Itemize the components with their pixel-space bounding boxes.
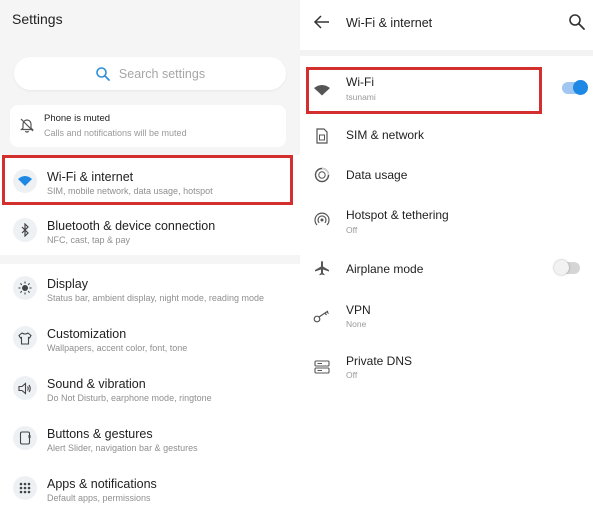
settings-item-subtitle: Status bar, ambient display, night mode,… (47, 293, 264, 303)
search-bar[interactable]: Search settings (14, 57, 286, 90)
key-icon (312, 306, 332, 326)
brightness-icon (13, 276, 37, 300)
buttons-icon (13, 426, 37, 450)
settings-item-bluetooth[interactable]: Bluetooth & device connection NFC, cast,… (0, 206, 300, 254)
settings-item-title: Wi-Fi & internet (47, 170, 134, 184)
wifi-internet-panel: Wi-Fi & internet Wi-Fi tsunami SIM & net… (300, 0, 593, 519)
settings-item-subtitle: Do Not Disturb, earphone mode, ringtone (47, 393, 212, 403)
private-dns-item[interactable]: Private DNS Off (300, 348, 593, 388)
app-bar: Wi-Fi & internet (300, 0, 593, 46)
vpn-item[interactable]: VPN None (300, 297, 593, 337)
search-icon (96, 66, 110, 81)
bell-off-icon (20, 118, 34, 133)
page-title: Settings (12, 11, 63, 27)
settings-item-subtitle: SIM, mobile network, data usage, hotspot (47, 186, 213, 196)
dns-server-icon (312, 357, 332, 377)
search-placeholder: Search settings (118, 66, 206, 81)
wifi-icon (13, 169, 37, 193)
sim-network-item[interactable]: SIM & network (300, 120, 593, 150)
airplane-mode-title: Airplane mode (346, 262, 424, 276)
private-dns-status: Off (346, 370, 358, 380)
hotspot-tethering-item[interactable]: Hotspot & tethering Off (300, 200, 593, 240)
muted-title: Phone is muted (44, 113, 111, 124)
settings-item-title: Buttons & gestures (47, 427, 153, 441)
phone-muted-card[interactable]: Phone is muted Calls and notifications w… (10, 105, 286, 147)
toggle-knob (554, 260, 569, 275)
settings-item-title: Customization (47, 327, 127, 341)
settings-item-buttons-gestures[interactable]: Buttons & gestures Alert Slider, navigat… (0, 414, 300, 462)
settings-item-title: Bluetooth & device connection (47, 219, 216, 233)
hotspot-icon (312, 210, 332, 230)
wifi-toggle[interactable] (562, 80, 588, 95)
settings-item-title: Display (47, 277, 88, 291)
vpn-status: None (346, 319, 367, 329)
search-icon[interactable] (568, 13, 586, 31)
data-usage-item[interactable]: Data usage (300, 160, 593, 190)
muted-subtitle: Calls and notifications will be muted (44, 128, 187, 138)
data-usage-title: Data usage (346, 168, 408, 182)
page-title: Wi-Fi & internet (346, 16, 433, 30)
private-dns-title: Private DNS (346, 354, 413, 368)
settings-item-title: Sound & vibration (47, 377, 146, 391)
section-divider (300, 50, 593, 56)
settings-panel: Settings Search settings Phone is muted … (0, 0, 300, 519)
data-usage-icon (312, 165, 332, 185)
settings-item-sound-vibration[interactable]: Sound & vibration Do Not Disturb, earpho… (0, 364, 300, 412)
wifi-icon (312, 80, 332, 100)
airplane-mode-toggle[interactable] (554, 260, 580, 275)
settings-group-connectivity: Wi-Fi & internet SIM, mobile network, da… (0, 155, 300, 255)
speaker-icon (13, 376, 37, 400)
settings-item-customization[interactable]: Customization Wallpapers, accent color, … (0, 314, 300, 362)
settings-item-subtitle: Alert Slider, navigation bar & gestures (47, 443, 198, 453)
wifi-item[interactable]: Wi-Fi tsunami (300, 68, 593, 114)
hotspot-status: Off (346, 225, 358, 235)
airplane-icon (312, 258, 332, 278)
wifi-network-name: tsunami (346, 92, 376, 102)
vpn-title: VPN (346, 303, 371, 317)
settings-item-title: Apps & notifications (47, 477, 157, 491)
sim-network-title: SIM & network (346, 128, 425, 142)
settings-group-device: Display Status bar, ambient display, nig… (0, 264, 300, 519)
sim-card-icon (312, 126, 332, 146)
wifi-title: Wi-Fi (346, 75, 374, 89)
airplane-mode-item[interactable]: Airplane mode (300, 253, 593, 283)
settings-item-subtitle: NFC, cast, tap & pay (47, 235, 131, 245)
settings-item-display[interactable]: Display Status bar, ambient display, nig… (0, 264, 300, 312)
toggle-knob (573, 80, 588, 95)
settings-item-wifi-internet[interactable]: Wi-Fi & internet SIM, mobile network, da… (0, 157, 300, 205)
settings-item-apps-notifications[interactable]: Apps & notifications Default apps, permi… (0, 464, 300, 512)
shirt-icon (13, 326, 37, 350)
bluetooth-icon (13, 218, 37, 242)
settings-item-subtitle: Wallpapers, accent color, font, tone (47, 343, 188, 353)
apps-grid-icon (13, 476, 37, 500)
back-arrow-icon[interactable] (313, 14, 331, 30)
hotspot-title: Hotspot & tethering (346, 208, 449, 222)
settings-item-subtitle: Default apps, permissions (47, 493, 151, 503)
